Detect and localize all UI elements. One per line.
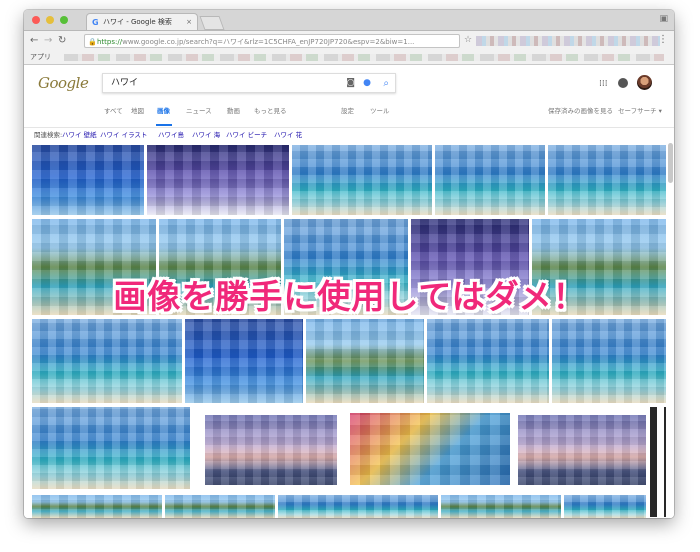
close-dot-icon[interactable] bbox=[32, 16, 40, 24]
scrollbar[interactable] bbox=[668, 143, 673, 183]
bookmark-apps[interactable]: ⁙ アプリ bbox=[30, 52, 674, 518]
google-favicon-icon: G bbox=[92, 18, 99, 27]
tab-images[interactable]: 画像 bbox=[157, 105, 170, 115]
image-result[interactable] bbox=[32, 145, 144, 215]
image-result[interactable] bbox=[292, 145, 432, 215]
search-query: ハワイ bbox=[111, 78, 139, 88]
browser-tab[interactable]: G ハワイ - Google 検索 × bbox=[86, 13, 198, 30]
safesearch-dropdown[interactable]: セーフサーチ ▾ bbox=[618, 105, 662, 115]
browser-window: G ハワイ - Google 検索 × ▣ ← → ↻ 🔒 https://ww… bbox=[24, 10, 674, 518]
image-result[interactable] bbox=[32, 407, 190, 489]
image-result[interactable] bbox=[32, 319, 182, 403]
bookmark-items-blurred[interactable] bbox=[64, 54, 664, 61]
tab-videos[interactable]: 動画 bbox=[227, 105, 240, 115]
image-result[interactable] bbox=[205, 415, 337, 485]
image-result[interactable] bbox=[306, 319, 424, 403]
related-link[interactable]: ハワイ 海 bbox=[192, 128, 220, 142]
related-link[interactable]: ハワイ ビーチ bbox=[226, 128, 267, 142]
image-result[interactable] bbox=[650, 407, 666, 517]
address-toolbar: ← → ↻ 🔒 https://www.google.co.jp/search?… bbox=[24, 31, 674, 51]
related-link[interactable]: ハワイ イラスト bbox=[100, 128, 147, 142]
related-searches: 関連検索: ハワイ 壁紙 ハワイ イラスト ハワイ島 ハワイ 海 ハワイ ビーチ… bbox=[24, 128, 674, 142]
related-link[interactable]: ハワイ 花 bbox=[274, 128, 302, 142]
image-result[interactable] bbox=[548, 145, 666, 215]
url-scheme: https:// bbox=[97, 38, 123, 46]
back-icon[interactable]: ← bbox=[30, 34, 38, 48]
google-logo[interactable]: Google bbox=[38, 74, 89, 92]
mic-icon[interactable]: ● bbox=[363, 74, 371, 93]
image-result[interactable] bbox=[518, 415, 646, 485]
apps-label: アプリ bbox=[30, 53, 51, 61]
related-label: 関連検索: bbox=[34, 131, 63, 139]
reload-icon[interactable]: ↻ bbox=[58, 34, 66, 48]
new-tab-button[interactable] bbox=[199, 16, 225, 30]
forward-icon[interactable]: → bbox=[44, 34, 52, 48]
apps-grid-icon[interactable]: ⁞⁞⁞ bbox=[599, 79, 608, 89]
image-result[interactable] bbox=[278, 495, 438, 518]
tab-strip: G ハワイ - Google 検索 × ▣ bbox=[24, 10, 674, 31]
tab-title: ハワイ - Google 検索 bbox=[103, 18, 172, 26]
bookmarks-bar: ⁙ アプリ bbox=[24, 51, 674, 518]
related-link[interactable]: ハワイ 壁紙 bbox=[62, 128, 97, 142]
tab-maps[interactable]: 地図 bbox=[131, 105, 144, 115]
image-result[interactable] bbox=[427, 319, 549, 403]
image-result[interactable] bbox=[32, 495, 162, 518]
image-result[interactable] bbox=[441, 495, 561, 518]
image-result[interactable] bbox=[552, 319, 666, 403]
extensions-area[interactable] bbox=[476, 36, 660, 46]
tab-close-icon[interactable]: × bbox=[186, 14, 192, 30]
avatar[interactable] bbox=[637, 75, 652, 90]
search-input[interactable]: ハワイ ◙ ● ⌕ bbox=[102, 73, 396, 93]
tab-all[interactable]: すべて bbox=[104, 105, 123, 115]
notifications-icon[interactable] bbox=[618, 78, 628, 88]
image-result[interactable] bbox=[350, 413, 510, 485]
url-text: www.google.co.jp/search?q=ハワイ&rlz=1C5CHF… bbox=[122, 38, 415, 46]
logo-text: Google bbox=[38, 74, 89, 92]
image-result[interactable] bbox=[185, 319, 303, 403]
minimize-dot-icon[interactable] bbox=[46, 16, 54, 24]
menu-icon[interactable]: ⋮ bbox=[658, 34, 668, 45]
google-header: Google ハワイ ◙ ● ⌕ ⁞⁞⁞ すべて 地図 画像 ニュース 動画 も… bbox=[24, 65, 674, 128]
tab-more[interactable]: もっと見る bbox=[254, 105, 287, 115]
image-result[interactable] bbox=[435, 145, 545, 215]
star-icon[interactable]: ☆ bbox=[464, 35, 472, 45]
search-icon[interactable]: ⌕ bbox=[383, 74, 389, 93]
image-result[interactable] bbox=[147, 145, 289, 215]
active-tab-indicator bbox=[156, 124, 172, 126]
related-link[interactable]: ハワイ島 bbox=[158, 128, 184, 142]
address-bar[interactable]: 🔒 https://www.google.co.jp/search?q=ハワイ&… bbox=[84, 34, 460, 48]
lock-icon: 🔒 bbox=[88, 38, 97, 46]
tab-news[interactable]: ニュース bbox=[186, 105, 212, 115]
image-results-grid bbox=[24, 143, 674, 518]
saved-images-link[interactable]: 保存済みの画像を見る bbox=[548, 105, 613, 115]
warning-overlay-text: 画像を勝手に使用してはダメ！ bbox=[113, 277, 587, 316]
image-result[interactable] bbox=[564, 495, 646, 518]
camera-icon[interactable]: ◙ bbox=[346, 74, 355, 93]
window-user-icon[interactable]: ▣ bbox=[659, 14, 668, 24]
tab-settings[interactable]: 設定 bbox=[341, 105, 354, 115]
image-result[interactable] bbox=[165, 495, 275, 518]
zoom-dot-icon[interactable] bbox=[60, 16, 68, 24]
tab-tools[interactable]: ツール bbox=[370, 105, 390, 115]
